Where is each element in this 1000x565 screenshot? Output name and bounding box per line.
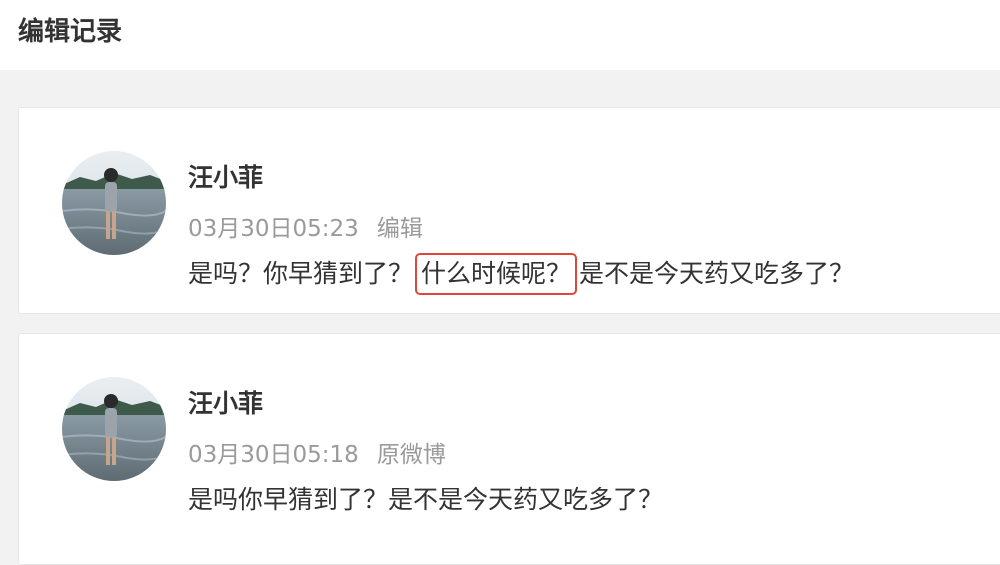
edit-record-card: 汪小菲 03月30日05:23 编辑 是吗？你早猜到了？ 什么时候呢？ 是不是今天药又… [18,107,1000,314]
record-time: 03月30日05:18 [188,442,359,468]
record-time: 03月30日05:23 [188,216,359,242]
record-meta: 03月30日05:18 原微博 [188,439,446,471]
author-name[interactable]: 汪小菲 [188,161,263,195]
record-meta: 03月30日05:23 编辑 [188,213,423,245]
highlighted-text: 什么时候呢？ [415,253,578,295]
record-text: 是吗？你早猜到了？ 什么时候呢？ 是不是今天药又吃多了？ [188,253,855,295]
edit-record-card: 汪小菲 03月30日05:18 原微博 是吗你早猜到了？是不是今天药又吃多了？ [18,333,1000,565]
page-header: 编辑记录 [0,0,1000,70]
record-tag: 编辑 [376,216,423,242]
avatar[interactable] [62,151,166,255]
record-tag: 原微博 [376,442,446,468]
text-before: 是吗？你早猜到了？ [188,259,414,288]
page-title: 编辑记录 [18,17,123,47]
avatar[interactable] [62,377,166,481]
record-text: 是吗你早猜到了？是不是今天药又吃多了？ [188,485,664,514]
author-name[interactable]: 汪小菲 [188,387,263,421]
text-after: 是不是今天药又吃多了？ [579,259,855,288]
